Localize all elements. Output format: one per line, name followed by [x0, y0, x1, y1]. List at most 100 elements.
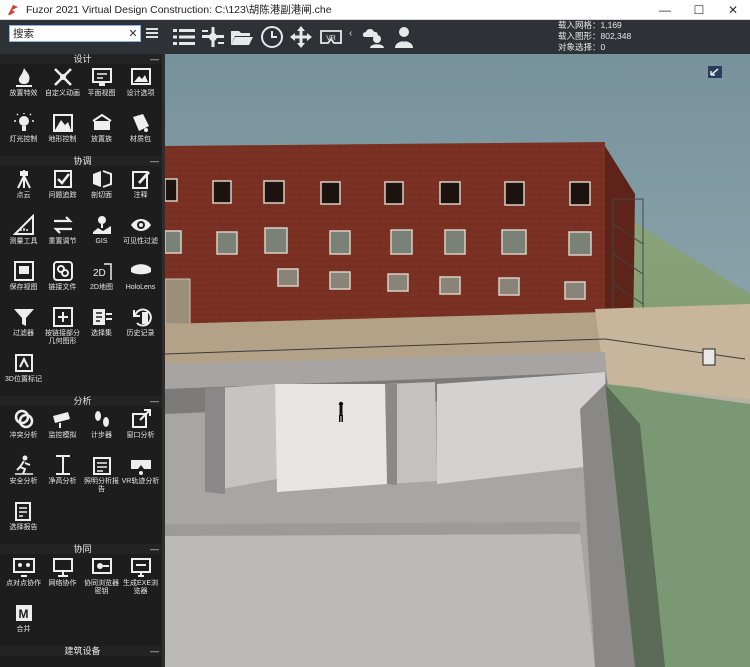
measure-icon: [12, 214, 35, 236]
tool-plan-view-button[interactable]: 平面视图: [82, 64, 121, 110]
fuzor-logo-icon: [8, 4, 18, 15]
clearance-icon: [52, 454, 74, 476]
main-toolbar: 搜索 ✕ VR ‹ 载入网格：1,169 载入图形：802,348 对象选择：0: [0, 20, 750, 54]
tool-window-analysis-button[interactable]: 窗口分析: [121, 406, 160, 452]
title-bar: Fuzor 2021 Virtual Design Construction: …: [0, 0, 750, 20]
tool-gis-button[interactable]: GIS: [82, 212, 121, 258]
tool-history-button[interactable]: 历史记录: [121, 304, 160, 350]
tool-section-button[interactable]: 剖切面: [82, 166, 121, 212]
tool-lighting-report-button[interactable]: 照明分析报告: [82, 452, 121, 498]
browser-key-icon: [91, 556, 113, 578]
tool-p2p-button[interactable]: 点对点协作: [4, 554, 43, 600]
loaded-meshes: 载入网格：1,169: [558, 20, 622, 30]
tool-clash-button[interactable]: 冲突分析: [4, 406, 43, 452]
tool-selection-set-button[interactable]: 选择集: [82, 304, 121, 350]
section-header[interactable]: 建筑设备 —: [0, 646, 165, 656]
tool-custom-animation-button[interactable]: 自定义动画: [43, 64, 82, 110]
tool-link-file-button[interactable]: 链接文件: [43, 258, 82, 304]
loaded-shapes: 载入图形：802,348: [558, 31, 632, 41]
tool-label: 净高分析: [48, 478, 77, 485]
panel-menu-icon[interactable]: [146, 27, 158, 39]
tool-map-2d-button[interactable]: 2D 2D地图: [82, 258, 121, 304]
selection-set-icon: [91, 306, 113, 328]
clear-search-icon[interactable]: ✕: [126, 27, 140, 40]
tool-panel: 设计 — 放置特效 自定义动画 平面视图 设计选项灯光控制 地形控制 放置族 材质包协调 — 点云 问…: [0, 54, 165, 667]
tool-material-button[interactable]: 材质包: [121, 110, 160, 156]
tool-position-marker-button[interactable]: 3D位置标记: [4, 350, 43, 396]
tool-filter-button[interactable]: 过滤器: [4, 304, 43, 350]
tool-visibility-button[interactable]: 可见性过滤: [121, 212, 160, 258]
fullscreen-toggle-icon[interactable]: [708, 66, 722, 78]
tool-camera-button[interactable]: 监控模拟: [43, 406, 82, 452]
collapse-section-icon[interactable]: —: [150, 396, 159, 406]
tool-reset-adjust-button[interactable]: 重置调节: [43, 212, 82, 258]
drone-icon[interactable]: [200, 25, 226, 49]
link-file-icon: [52, 260, 74, 282]
window-title: Fuzor 2021 Virtual Design Construction: …: [26, 4, 332, 16]
tool-linked-geometry-button[interactable]: 按链接部分几何图形: [43, 304, 82, 350]
tool-label: 可见性过滤: [123, 238, 158, 245]
window-analysis-icon: [130, 408, 152, 430]
collapse-section-icon[interactable]: —: [150, 646, 159, 656]
search-input[interactable]: 搜索 ✕: [9, 25, 141, 42]
tool-label: HoloLens: [125, 284, 156, 291]
section-title: 设计: [73, 54, 92, 64]
clock-icon[interactable]: [259, 25, 285, 49]
section-header[interactable]: 设计 —: [0, 54, 165, 64]
point-cloud-icon: [13, 168, 35, 190]
toolbar-collapse-icon[interactable]: ‹: [349, 28, 357, 42]
tool-exe-button[interactable]: 生成EXE浏览器: [121, 554, 160, 600]
vr-text: VR: [326, 35, 336, 42]
app-window: Fuzor 2021 Virtual Design Construction: …: [0, 0, 750, 667]
tool-safety-button[interactable]: 安全分析: [4, 452, 43, 498]
tool-issue-tracker-button[interactable]: 问题追踪: [43, 166, 82, 212]
tool-fire-button[interactable]: 放置特效: [4, 64, 43, 110]
tool-save-view-button[interactable]: 保存视图: [4, 258, 43, 304]
tool-merge-button[interactable]: M 合并: [4, 600, 43, 646]
linked-geometry-icon: [52, 306, 74, 328]
tool-label: 测量工具: [9, 238, 38, 245]
list-icon[interactable]: [171, 25, 197, 49]
tool-terrain-button[interactable]: 地形控制: [43, 110, 82, 156]
maximize-button[interactable]: ☐: [682, 0, 716, 20]
collapse-section-icon[interactable]: —: [150, 54, 159, 64]
tool-footsteps-button[interactable]: 计步器: [82, 406, 121, 452]
map-2d-icon: 2D: [91, 260, 113, 282]
tool-label: 选择集: [91, 330, 112, 337]
tool-point-cloud-button[interactable]: 点云: [4, 166, 43, 212]
tool-design-options-button[interactable]: 设计选项: [121, 64, 160, 110]
tool-browser-key-button[interactable]: 协同浏览器密钥: [82, 554, 121, 600]
user-icon[interactable]: [391, 25, 417, 49]
tool-hololens-button[interactable]: HoloLens: [121, 258, 160, 304]
3d-viewport[interactable]: [165, 54, 750, 667]
folder-icon[interactable]: [229, 25, 255, 49]
tool-label: 材质包: [130, 136, 151, 143]
tool-label: 平面视图: [87, 90, 116, 97]
section-header[interactable]: 协同 —: [0, 544, 165, 554]
collapse-section-icon[interactable]: —: [150, 544, 159, 554]
tool-annotation-button[interactable]: 注释: [121, 166, 160, 212]
merge-icon: M: [13, 602, 35, 624]
tool-measure-button[interactable]: 测量工具: [4, 212, 43, 258]
minimize-button[interactable]: —: [648, 0, 682, 20]
tool-label: 历史记录: [126, 330, 155, 337]
tool-place-family-button[interactable]: 放置族: [82, 110, 121, 156]
move-icon[interactable]: [288, 25, 314, 49]
tool-network-button[interactable]: 网络协作: [43, 554, 82, 600]
vr-icon[interactable]: VR: [318, 25, 344, 49]
section-header[interactable]: 协调 —: [0, 156, 165, 166]
tool-label: 注释: [133, 192, 148, 199]
tool-label: VR轨迹分析: [121, 478, 160, 485]
collapse-section-icon[interactable]: —: [150, 156, 159, 166]
tool-vr-track-button[interactable]: VR轨迹分析: [121, 452, 160, 498]
camera-icon: [52, 408, 74, 430]
cloud-user-icon[interactable]: [361, 25, 387, 49]
tool-light-button[interactable]: 灯光控制: [4, 110, 43, 156]
tool-selection-report-button[interactable]: 选择报告: [4, 498, 43, 544]
plan-view-icon: [91, 66, 113, 88]
tool-label: 灯光控制: [9, 136, 38, 143]
tool-clearance-button[interactable]: 净高分析: [43, 452, 82, 498]
close-button[interactable]: ✕: [716, 0, 750, 20]
section-header[interactable]: 分析 —: [0, 396, 165, 406]
tool-label: 窗口分析: [126, 432, 155, 439]
